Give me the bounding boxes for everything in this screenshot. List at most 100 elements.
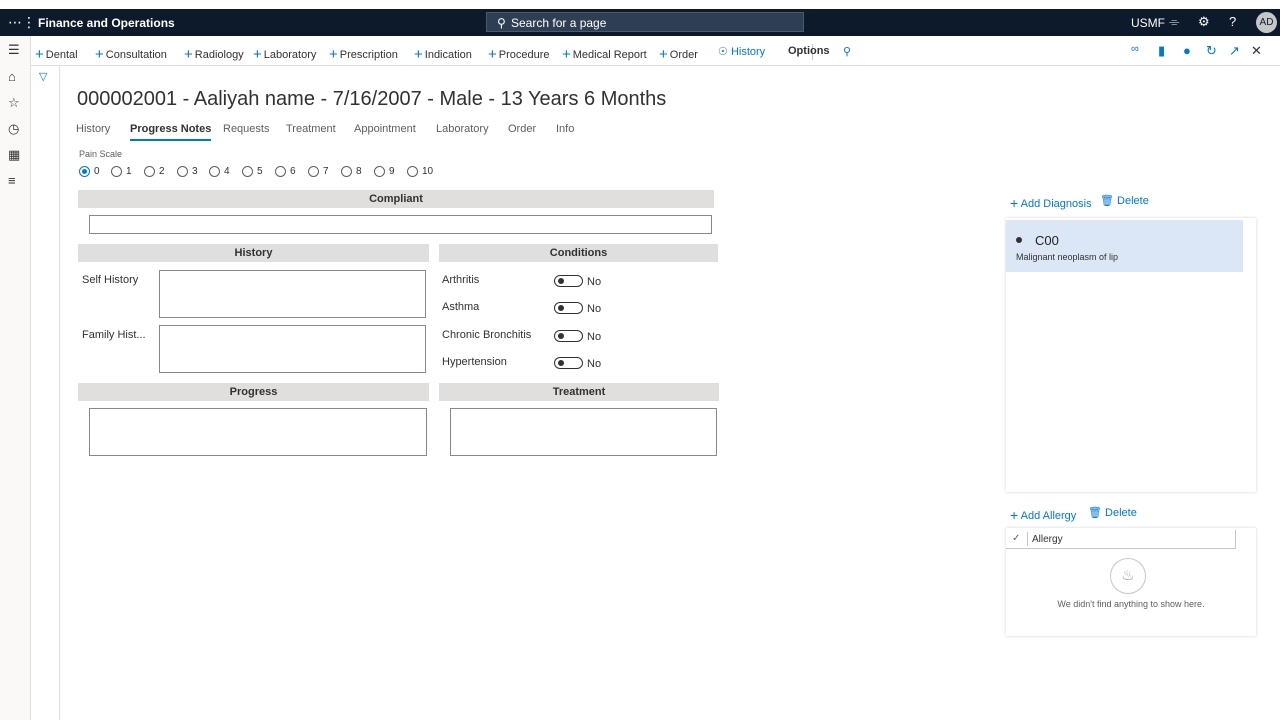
app-title[interactable]: Finance and Operations	[38, 16, 175, 30]
condition-hypertension-label: Hypertension	[442, 356, 507, 368]
search-box[interactable]: ⚲ Search for a page	[486, 12, 804, 32]
plus-icon: +	[1010, 507, 1019, 523]
notification-icon[interactable]: ●	[1183, 43, 1191, 58]
star-icon[interactable]: ☆	[8, 95, 20, 111]
radio	[374, 166, 385, 177]
plus-icon: +	[184, 46, 193, 63]
home-icon[interactable]: ⌂	[8, 69, 16, 84]
action-consultation[interactable]: + Consultation	[95, 45, 167, 63]
radio	[308, 166, 319, 177]
action-indication[interactable]: + Indication	[414, 45, 472, 63]
self-history-label: Self History	[82, 274, 139, 286]
history-header: History	[78, 244, 429, 262]
diagnosis-list: C00 Malignant neoplasm of lip	[1006, 218, 1256, 492]
tab-history[interactable]: History	[76, 123, 110, 135]
progress-input[interactable]	[89, 408, 427, 456]
action-dental[interactable]: + Dental	[35, 45, 78, 63]
action-laboratory[interactable]: + Laboratory	[253, 45, 316, 63]
waffle-icon[interactable]: ⋯⋮	[8, 14, 36, 31]
delete-allergy-button[interactable]: 🗑 Delete	[1088, 506, 1137, 519]
radio-selected	[79, 166, 90, 177]
help-icon[interactable]: ?	[1229, 14, 1236, 29]
action-prescription[interactable]: + Prescription	[329, 45, 398, 63]
empty-state-text: We didn't find anything to show here.	[1057, 599, 1205, 609]
diagnosis-code: C00	[1035, 233, 1059, 248]
tab-info[interactable]: Info	[556, 123, 574, 135]
radio	[177, 166, 188, 177]
condition-chronic-bronchitis-toggle[interactable]	[554, 330, 583, 342]
link-icon[interactable]: ∞	[1131, 43, 1139, 55]
plus-icon: +	[659, 46, 668, 63]
pain-scale-label: Pain Scale	[79, 149, 123, 159]
allergy-column-header[interactable]: Allergy	[1032, 534, 1063, 545]
tab-treatment[interactable]: Treatment	[286, 123, 336, 135]
compliant-header: Compliant	[78, 190, 714, 208]
compliant-input[interactable]	[89, 215, 712, 234]
page-title: 000002001 - Aaliyah name - 7/16/2007 - M…	[77, 88, 667, 110]
family-history-input[interactable]	[159, 325, 426, 373]
condition-arthritis-toggle[interactable]	[554, 275, 583, 287]
radio	[209, 166, 220, 177]
trash-icon: 🗑	[1100, 195, 1114, 207]
left-nav: ☰ ⌂ ☆ ◷ ▦ ≡	[0, 36, 31, 720]
checkmark-icon[interactable]: ✓	[1012, 533, 1020, 544]
tab-appointment[interactable]: Appointment	[354, 123, 416, 135]
close-icon[interactable]: ✕	[1251, 43, 1262, 59]
condition-hypertension-toggle[interactable]	[554, 357, 583, 369]
radio	[341, 166, 352, 177]
gear-icon[interactable]: ⚙	[1198, 14, 1210, 30]
add-allergy-button[interactable]: + Add Allergy	[1010, 506, 1076, 523]
treatment-header: Treatment	[439, 383, 719, 401]
condition-asthma-value: No	[587, 303, 602, 315]
plus-icon: +	[35, 46, 44, 63]
tab-progress-notes[interactable]: Progress Notes	[130, 123, 212, 141]
self-history-input[interactable]	[159, 270, 426, 318]
refresh-icon[interactable]: ↻	[1206, 43, 1217, 59]
hamburger-icon[interactable]: ☰	[8, 42, 20, 58]
options-menu[interactable]: Options	[788, 45, 830, 57]
allergy-grid: ✓ Allergy ♨ We didn't find anything to s…	[1006, 528, 1256, 636]
tab-order[interactable]: Order	[508, 123, 536, 135]
column-divider	[1027, 532, 1028, 546]
radio	[275, 166, 286, 177]
radio	[242, 166, 253, 177]
radio	[407, 166, 418, 177]
conditions-header: Conditions	[439, 244, 718, 262]
action-radiology[interactable]: + Radiology	[184, 45, 244, 63]
action-search-icon[interactable]: ⚲	[843, 45, 851, 58]
search-icon: ⚲	[497, 16, 506, 30]
plus-icon: +	[253, 46, 262, 63]
eye-icon: ☉	[718, 46, 728, 58]
plus-icon: +	[562, 46, 571, 63]
condition-arthritis-label: Arthritis	[442, 274, 480, 286]
bell-icon[interactable]: ⌯	[1169, 14, 1179, 30]
add-diagnosis-button[interactable]: + Add Diagnosis	[1010, 194, 1092, 211]
radio	[111, 166, 122, 177]
modules-icon[interactable]: ≡	[8, 173, 16, 188]
condition-asthma-label: Asthma	[442, 301, 480, 313]
avatar[interactable]: AD	[1256, 12, 1277, 33]
workspace-icon[interactable]: ▦	[8, 147, 20, 163]
condition-asthma-toggle[interactable]	[554, 302, 583, 314]
delete-diagnosis-button[interactable]: 🗑 Delete	[1100, 194, 1149, 207]
action-procedure[interactable]: + Procedure	[488, 45, 550, 63]
action-medical-report[interactable]: + Medical Report	[562, 45, 647, 63]
action-history[interactable]: ☉ History	[718, 45, 765, 58]
open-new-window-icon[interactable]: ↗	[1229, 43, 1240, 59]
filter-pane: ▽	[31, 66, 60, 720]
list-item[interactable]: C00 Malignant neoplasm of lip	[1006, 220, 1243, 272]
office-icon[interactable]: ▮	[1158, 43, 1165, 59]
diagnosis-description: Malignant neoplasm of lip	[1016, 252, 1119, 262]
condition-chronic-bronchitis-value: No	[587, 331, 602, 343]
treatment-input[interactable]	[450, 408, 717, 456]
action-order[interactable]: + Order	[659, 45, 698, 63]
top-bar: ⋯⋮ Finance and Operations ⚲ Search for a…	[0, 9, 1280, 36]
tab-laboratory[interactable]: Laboratory	[436, 123, 489, 135]
trash-icon: 🗑	[1088, 507, 1102, 519]
empty-state-icon: ♨	[1110, 558, 1146, 594]
company-picker[interactable]: USMF	[1131, 16, 1165, 30]
filter-icon[interactable]: ▽	[39, 70, 47, 83]
tab-requests[interactable]: Requests	[223, 123, 269, 135]
clock-icon[interactable]: ◷	[8, 121, 19, 137]
plus-icon: +	[488, 46, 497, 63]
